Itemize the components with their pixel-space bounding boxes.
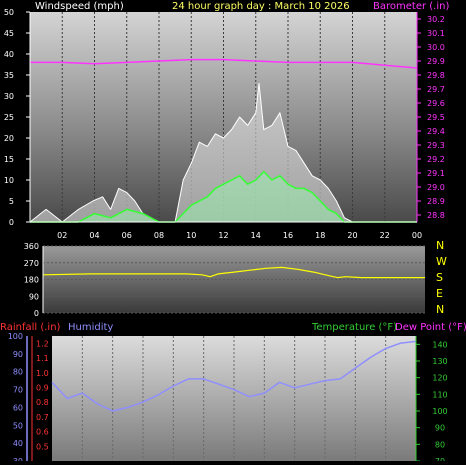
dir-y-tick-label: 360 bbox=[24, 242, 39, 251]
dir-letter-n-top: N bbox=[436, 239, 444, 252]
baro-y-tick-label: 29.9 bbox=[427, 57, 445, 66]
dir-letter-n-bottom: N bbox=[436, 303, 444, 316]
wind-x-tick-label: 18 bbox=[315, 231, 325, 240]
wind-y-tick-label: 10 bbox=[4, 176, 14, 185]
baro-y-tick-label: 29.7 bbox=[427, 85, 445, 94]
baro-y-tick-label: 29.3 bbox=[427, 141, 445, 150]
wind-x-tick-label: 10 bbox=[186, 231, 196, 240]
humidity-y-tick-label: 90 bbox=[13, 350, 23, 359]
dir-y-tick-label: 0 bbox=[34, 309, 39, 318]
temperature-axis-title: Temperature (°F) bbox=[311, 322, 397, 333]
wind-y-tick-label: 0 bbox=[9, 218, 14, 227]
dir-y-tick-label: 270 bbox=[24, 259, 39, 268]
dir-letter-e: E bbox=[436, 287, 443, 300]
baro-axis-title: Barometer (.in) bbox=[373, 1, 449, 12]
humidity-y-tick-label: 80 bbox=[13, 368, 23, 377]
baro-y-tick-label: 29.0 bbox=[427, 183, 445, 192]
wind-x-tick-label: 12 bbox=[218, 231, 228, 240]
wind-y-tick-label: 15 bbox=[4, 155, 14, 164]
baro-y-tick-label: 28.8 bbox=[427, 211, 445, 220]
temp-y-tick-label: 80 bbox=[435, 440, 445, 449]
temp-y-tick-label: 90 bbox=[435, 424, 445, 433]
humidity-y-tick-label: 30 bbox=[13, 457, 23, 461]
wind-y-tick-label: 5 bbox=[9, 197, 14, 206]
wind-x-tick-label: 00 bbox=[412, 231, 422, 240]
humidity-y-tick-label: 60 bbox=[13, 403, 23, 412]
temp-y-tick-label: 110 bbox=[432, 390, 447, 399]
temp-y-tick-label: 140 bbox=[432, 340, 447, 349]
baro-y-tick-label: 29.6 bbox=[427, 99, 445, 108]
weather-graph: Windspeed (mph) 24 hour graph day : Marc… bbox=[0, 0, 466, 465]
wind-y-tick-label: 40 bbox=[4, 50, 14, 59]
dir-y-tick-label: 180 bbox=[24, 276, 39, 285]
weather-graph-svg: Windspeed (mph) 24 hour graph day : Marc… bbox=[0, 1, 466, 465]
dir-letter-w: W bbox=[436, 255, 447, 268]
baro-y-tick-label: 28.9 bbox=[427, 197, 445, 206]
wind-x-tick-label: 22 bbox=[380, 231, 390, 240]
humidity-axis-title: Humidity bbox=[68, 322, 113, 333]
baro-y-tick-label: 29.1 bbox=[427, 169, 445, 178]
wind-x-tick-label: 06 bbox=[122, 231, 132, 240]
rain-y-tick-label: 0.6 bbox=[36, 428, 49, 437]
rain-y-tick-label: 1.0 bbox=[36, 369, 49, 378]
wind-x-tick-label: 14 bbox=[251, 231, 261, 240]
baro-y-tick-label: 30.2 bbox=[427, 15, 445, 24]
wind-y-tick-label: 35 bbox=[4, 71, 14, 80]
chart-title: 24 hour graph day : March 10 2026 bbox=[172, 1, 350, 12]
baro-y-tick-label: 30.1 bbox=[427, 29, 445, 38]
rain-y-tick-label: 0.9 bbox=[36, 383, 49, 392]
baro-y-tick-label: 30.0 bbox=[427, 43, 445, 52]
baro-y-tick-label: 29.4 bbox=[427, 127, 445, 136]
humidity-y-tick-label: 40 bbox=[13, 439, 23, 448]
wind-x-tick-label: 08 bbox=[154, 231, 164, 240]
humidity-y-tick-label: 70 bbox=[13, 386, 23, 395]
dir-y-tick-label: 90 bbox=[29, 292, 39, 301]
wind-y-tick-label: 25 bbox=[4, 113, 14, 122]
temp-y-tick-label: 120 bbox=[432, 374, 447, 383]
temp-y-tick-label: 70 bbox=[435, 457, 445, 461]
rain-y-tick-label: 1.2 bbox=[36, 339, 49, 348]
wind-y-tick-label: 30 bbox=[4, 92, 14, 101]
rain-y-tick-label: 0.7 bbox=[36, 413, 49, 422]
humidity-y-tick-label: 100 bbox=[8, 332, 23, 341]
wind-y-tick-label: 50 bbox=[4, 8, 14, 17]
baro-y-tick-label: 29.5 bbox=[427, 113, 445, 122]
wind-y-tick-label: 45 bbox=[4, 29, 14, 38]
humidity-y-tick-label: 50 bbox=[13, 421, 23, 430]
wind-x-tick-label: 02 bbox=[57, 231, 67, 240]
wind-y-tick-label: 20 bbox=[4, 134, 14, 143]
rain-y-tick-label: 1.1 bbox=[36, 354, 49, 363]
rain-y-tick-label: 0.8 bbox=[36, 398, 49, 407]
hum-plot-area bbox=[52, 336, 416, 461]
wind-x-tick-label: 16 bbox=[283, 231, 293, 240]
temp-y-tick-label: 100 bbox=[432, 407, 447, 416]
wind-x-tick-label: 20 bbox=[347, 231, 357, 240]
dir-letter-s: S bbox=[436, 271, 443, 284]
wind-x-tick-label: 04 bbox=[89, 231, 99, 240]
baro-y-tick-label: 29.2 bbox=[427, 155, 445, 164]
rain-y-tick-label: 0.5 bbox=[36, 442, 49, 451]
temp-y-tick-label: 130 bbox=[432, 357, 447, 366]
wind-axis-title: Windspeed (mph) bbox=[35, 1, 124, 12]
baro-y-tick-label: 29.8 bbox=[427, 71, 445, 80]
dewpoint-axis-title: Dew Point (°F) bbox=[395, 322, 466, 333]
